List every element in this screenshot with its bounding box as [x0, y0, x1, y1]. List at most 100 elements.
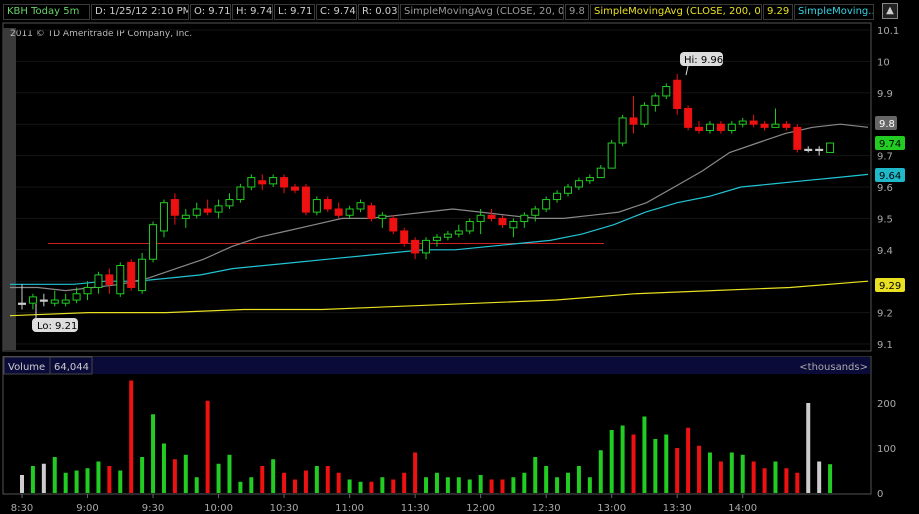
candle-body [465, 221, 474, 232]
candle [367, 202, 376, 222]
candle [607, 139, 616, 169]
candle-body [258, 180, 267, 185]
volume-bar [522, 472, 527, 493]
candle-body [553, 192, 562, 201]
volume-bar [806, 403, 811, 493]
sma200-study-text: SimpleMovingAvg (CLOSE, 200, 0) [594, 6, 762, 17]
time-tick-label: 10:00 [204, 503, 233, 514]
volume-bar [107, 466, 112, 493]
candle-body [662, 86, 671, 97]
candle [301, 183, 310, 216]
candle-body [301, 186, 310, 213]
date-text: D: 1/25/12 2:10 PM [95, 6, 189, 17]
sma200-study-value: 9.29 [763, 4, 793, 20]
candle-body [192, 208, 201, 216]
sma20-study-label[interactable]: SimpleMovingAvg (CLOSE, 20, 0) [400, 4, 564, 20]
candle [389, 215, 398, 235]
time-tick-label: 11:00 [335, 503, 364, 514]
candle-body [531, 208, 540, 216]
candle-body [159, 202, 168, 232]
candle-body [334, 208, 343, 216]
candle-body [771, 123, 780, 128]
candle-body [323, 199, 332, 210]
symbol-label: KBH Today 5m [7, 6, 80, 17]
maximize-icon: ▲ [886, 5, 894, 16]
volume-bar [260, 466, 265, 493]
volume-bar [664, 434, 669, 493]
volume-bar [456, 477, 461, 493]
symbol-selector[interactable]: KBH Today 5m [3, 4, 90, 20]
candle [312, 196, 321, 216]
candle-body [422, 239, 431, 254]
volume-bar [380, 477, 385, 493]
candle-body [618, 117, 627, 144]
low-readout: L: 9.71 [274, 4, 315, 20]
volume-bar [751, 461, 756, 493]
candle [618, 114, 627, 147]
current-price-tag: 9.74 [875, 136, 905, 150]
volume-tick-label: 200 [877, 399, 896, 410]
candle [149, 221, 158, 263]
candle-body [695, 126, 704, 131]
high-readout: H: 9.74 [232, 4, 273, 20]
close-readout: C: 9.74 [316, 4, 357, 20]
candle-body [815, 148, 824, 152]
volume-tick-label: 100 [877, 444, 896, 455]
volume-bar [511, 477, 516, 493]
time-tick-label: 11:30 [401, 503, 430, 514]
volume-bar [194, 477, 199, 493]
price-axis: 10.1109.99.89.79.69.59.49.39.29.1 [877, 26, 899, 351]
volume-bar [620, 425, 625, 493]
volume-bar [445, 477, 450, 493]
sma200-tag-text: 9.29 [879, 281, 901, 292]
date-readout: D: 1/25/12 2:10 PM [91, 4, 189, 20]
candle-body [83, 286, 92, 295]
candle-body [574, 180, 583, 188]
volume-bar [817, 461, 822, 493]
volume-bar [282, 472, 287, 493]
candle-body [291, 186, 299, 191]
volume-bar [718, 461, 723, 493]
candle-body [564, 186, 572, 194]
candle-body [782, 123, 791, 128]
candle-body [39, 299, 48, 302]
volume-bar [402, 472, 407, 493]
sma-other-study-label[interactable]: SimpleMoving... [794, 4, 874, 20]
volume-bar [63, 472, 68, 493]
candle [640, 102, 649, 128]
candle-body [454, 230, 463, 235]
candle-body [542, 199, 551, 210]
left-scroll-handle[interactable] [3, 28, 16, 350]
candle-body [18, 302, 26, 305]
volume-label: Volume [8, 362, 45, 373]
volume-bar [544, 466, 549, 493]
range-text: R: 0.03 [362, 6, 398, 17]
volume-units-label: <thousands> [799, 362, 868, 373]
volume-bar [434, 472, 439, 493]
candle-body [596, 167, 605, 179]
open-text: O: 9.71 [194, 6, 231, 17]
price-tick-label: 9.4 [877, 246, 893, 257]
price-tick-label: 9.1 [877, 340, 893, 351]
price-tick-label: 9.5 [877, 214, 893, 225]
current-price-tag-text: 9.74 [879, 139, 901, 150]
candle-body [520, 214, 529, 223]
candle-body [705, 123, 714, 131]
sma200-study-label[interactable]: SimpleMovingAvg (CLOSE, 200, 0) [590, 4, 762, 20]
candle-body [105, 274, 114, 285]
expand-chart-button[interactable]: ▲ [882, 3, 898, 19]
time-tick-label: 10:30 [270, 503, 299, 514]
price-chart-panel[interactable]: 2011 © TD Ameritrade IP Company, Inc. 10… [0, 22, 919, 354]
volume-bar [642, 416, 647, 493]
candle-body [367, 205, 376, 219]
time-tick-label: 9:00 [76, 503, 98, 514]
candle-body [389, 217, 398, 232]
volume-panel[interactable]: Volume 64,044 <thousands> 200 100 0 8:30 9:… [0, 356, 919, 514]
volume-bar [20, 475, 24, 493]
volume-bar [697, 445, 702, 493]
volume-bar [598, 450, 603, 493]
candle-body [116, 265, 125, 295]
candle [793, 124, 802, 153]
candle-body [629, 117, 638, 125]
volume-bar [467, 479, 472, 493]
